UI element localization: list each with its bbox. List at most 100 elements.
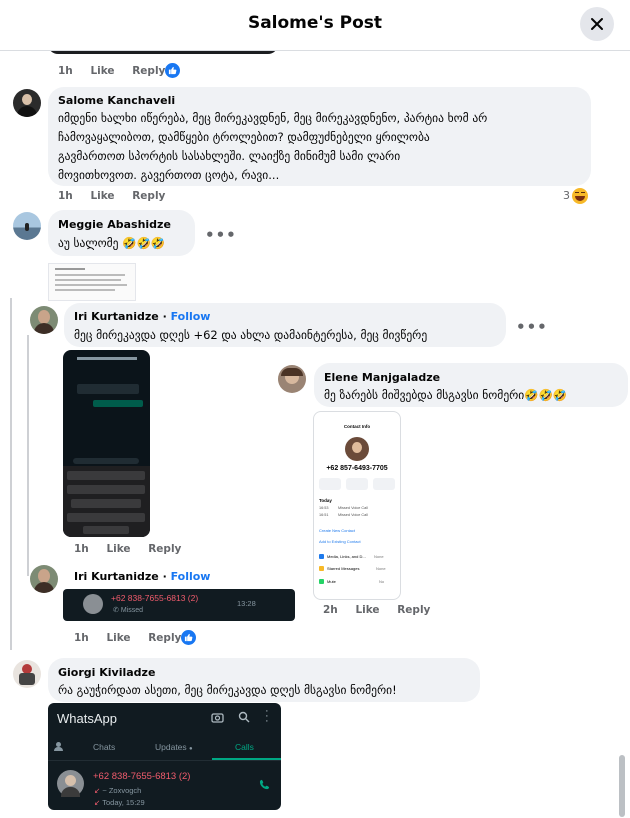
comment-author[interactable]: Iri Kurtanidze: [74, 310, 159, 323]
call-entry: Missed Voice Call: [338, 506, 368, 510]
time-label: 1h: [58, 190, 73, 202]
like-link[interactable]: Like: [106, 632, 130, 644]
time-label: 1h: [74, 543, 89, 555]
avatar: [57, 770, 84, 797]
tab-updates-label: Updates: [155, 742, 187, 752]
like-link[interactable]: Like: [355, 604, 379, 616]
missed-call-time: 13:28: [237, 599, 256, 608]
comment-author[interactable]: Elene Manjgaladze: [324, 371, 440, 384]
thumbs-up-icon: [165, 63, 180, 78]
avatar: [345, 437, 369, 461]
avatar[interactable]: [30, 306, 58, 334]
tab-calls: Calls: [235, 742, 254, 752]
contact-title: Contact Info: [343, 424, 371, 429]
reply-link[interactable]: Reply: [132, 65, 165, 77]
settings-row-label: Mute: [327, 579, 336, 584]
comment-text-line: ჩამოვაყალიბოთ, დამწყები ტროლებით? დამფუძ…: [58, 130, 430, 144]
follow-button[interactable]: Follow: [171, 310, 211, 323]
comment-text-line: მოვითხოვოთ. გავერთოთ ცოტა, რავი...: [58, 168, 280, 182]
follow-button[interactable]: Follow: [171, 570, 211, 583]
media-icon: [319, 554, 324, 559]
page-title: Salome's Post: [247, 13, 383, 33]
comment-meta: 1h Like Reply: [58, 190, 179, 202]
close-button[interactable]: [580, 7, 614, 41]
call-number: +62 838-7655-6813 (2): [93, 771, 191, 782]
comment-text: მე ზარებს მიშვებდა მსგავსი ნომერი🤣🤣🤣: [324, 388, 568, 402]
settings-row-value: None: [376, 566, 386, 571]
like-link[interactable]: Like: [90, 190, 114, 202]
comment-meta: 1h Like Reply: [74, 543, 195, 555]
comment-bubble: Giorgi Kiviladze რა გაუჭირდათ ასეთი, მეც…: [48, 658, 480, 702]
comment-text: რა გაუჭირდათ ასეთი, მეც მირეკავდა დღეს მ…: [58, 683, 397, 697]
attached-whatsapp-screenshot[interactable]: WhatsApp · · · Chats Updates ● Calls +62 8…: [48, 703, 281, 810]
contact-number: +62 857-6493-7705: [326, 465, 388, 472]
thread-line: [27, 335, 29, 576]
message-icon: [319, 478, 341, 490]
community-icon: [52, 742, 66, 752]
avatar[interactable]: [13, 89, 41, 117]
tab-chats: Chats: [93, 742, 116, 752]
avatar[interactable]: [278, 365, 306, 393]
settings-row-value: None: [374, 554, 384, 559]
create-contact-link: Create New Contact: [319, 528, 356, 533]
tab-updates: Updates ●: [155, 742, 193, 752]
comment-bubble: Iri Kurtanidze · Follow მეც მირეკავდა დღ…: [64, 303, 506, 347]
star-icon: [319, 566, 324, 571]
video-icon: [373, 478, 395, 490]
call-contact-name: ↙ ~ Zoxvogch: [94, 786, 142, 795]
reply-link[interactable]: Reply: [397, 604, 430, 616]
audio-icon: [346, 478, 368, 490]
mute-icon: [319, 579, 324, 584]
time-label: 1h: [74, 632, 89, 644]
camera-icon: [211, 713, 224, 723]
like-link[interactable]: Like: [90, 65, 114, 77]
comment-author[interactable]: Giorgi Kiviladze: [58, 666, 155, 679]
comment-text-line: იმდენი ხალხი იწერება, მეც მირეკავდნენ, მ…: [58, 111, 488, 125]
reply-link[interactable]: Reply: [148, 632, 181, 644]
call-time: 16:53: [319, 506, 329, 510]
attached-chat-screenshot[interactable]: [63, 350, 150, 537]
call-time: 16:51: [319, 513, 329, 517]
scrollbar[interactable]: [619, 755, 625, 817]
avatar[interactable]: [13, 212, 41, 240]
avatar[interactable]: [30, 565, 58, 593]
reaction-count[interactable]: 3: [563, 189, 570, 202]
attached-contact-screenshot[interactable]: Contact Info +62 857-6493-7705 Today 16:…: [313, 411, 401, 600]
separator: ·: [158, 310, 171, 323]
comment-meta: 1h Like Reply: [74, 632, 195, 644]
search-icon: [238, 711, 250, 723]
settings-row-value: No: [379, 579, 385, 584]
reply-link[interactable]: Reply: [148, 543, 181, 555]
comment-author[interactable]: Iri Kurtanidze: [74, 570, 159, 583]
laughing-emoji-icon: [572, 188, 588, 204]
more-dots-icon[interactable]: •••: [516, 318, 548, 336]
comment-author[interactable]: Meggie Abashidze: [58, 218, 171, 231]
comment-meta: 1h Like Reply: [58, 65, 179, 77]
reply-link[interactable]: Reply: [132, 190, 165, 202]
more-dots-icon[interactable]: •••: [205, 226, 237, 244]
comment-author[interactable]: Salome Kanchaveli: [58, 94, 175, 107]
call-day: Today: [319, 498, 332, 503]
comment-author-line: Iri Kurtanidze · Follow: [74, 570, 210, 583]
comment-text: მეც მირეკავდა დღეს +62 და ახლა დამაინტერ…: [74, 328, 428, 342]
comment-bubble: Meggie Abashidze აუ სალომე 🤣🤣🤣: [48, 210, 195, 256]
attached-screenshot-thumbnail[interactable]: [48, 263, 136, 301]
missed-call-label: ✆ Missed: [113, 607, 143, 614]
separator: ·: [158, 570, 171, 583]
missed-call-number: +62 838-7655-6813 (2): [111, 593, 199, 603]
missed-label: Missed: [120, 607, 143, 614]
like-link[interactable]: Like: [106, 543, 130, 555]
phone-icon: [259, 779, 270, 790]
comment-bubble: Elene Manjgaladze მე ზარებს მიშვებდა მსგ…: [314, 363, 628, 407]
dialog-header: Salome's Post: [0, 0, 630, 51]
comment-text-line: გავმართოთ სპორტის სასახლეში. ლაიქზე მინი…: [58, 149, 401, 163]
call-time: ↙ Today, 15:29: [94, 798, 145, 807]
settings-row-label: Media, Links, and D...: [327, 554, 366, 559]
comment-author-line: Iri Kurtanidze · Follow: [74, 310, 210, 323]
attached-missed-call-screenshot[interactable]: +62 838-7655-6813 (2) ✆ Missed 13:28: [63, 589, 295, 621]
comment-meta: 2h Like Reply: [323, 604, 444, 616]
time-label: 1h: [58, 65, 73, 77]
menu-dots-icon: · · ·: [265, 705, 269, 727]
whatsapp-title: WhatsApp: [57, 711, 117, 726]
avatar[interactable]: [13, 660, 41, 688]
